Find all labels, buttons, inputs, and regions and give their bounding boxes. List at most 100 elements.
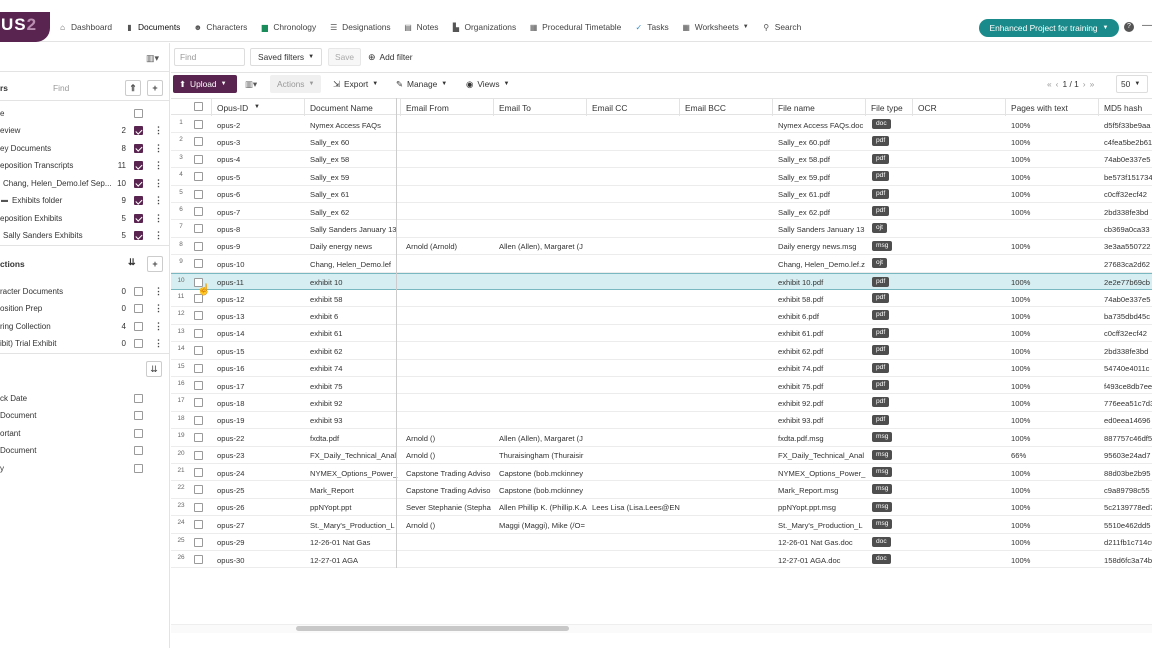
column-header[interactable]: OCR <box>918 103 937 113</box>
more-options-icon[interactable]: ⋮ <box>154 125 163 136</box>
column-header[interactable]: File type <box>871 103 903 113</box>
table-row[interactable]: 21 opus-24 NYMEX_Options_Power_ Capstone Tr… <box>171 464 1152 482</box>
first-page-icon[interactable]: « <box>1047 79 1052 89</box>
nav-procedural-timetable[interactable]: ▦ Procedural Timetable <box>529 20 621 34</box>
export-dropdown[interactable]: ⇲ Export ▼ <box>333 75 378 93</box>
table-row[interactable]: 14 opus-15 exhibit 62 exhibit 62.pdf 100% 2bd… <box>171 342 1152 360</box>
row-checkbox[interactable] <box>194 224 203 234</box>
row-checkbox[interactable] <box>194 415 203 425</box>
table-row[interactable]: 7 opus-8 Sally Sanders January 13 Sally San… <box>171 220 1152 238</box>
document-find-input[interactable]: Find <box>174 48 245 66</box>
collection-checkbox[interactable] <box>134 286 143 296</box>
folder-item[interactable]: Chang, Helen_Demo.lef Sep... 10 ⋮ <box>0 175 170 191</box>
more-options-icon[interactable]: ⋮ <box>154 160 163 171</box>
actions-dropdown[interactable]: Actions ▼ <box>270 75 322 93</box>
tag-checkbox[interactable] <box>134 393 143 403</box>
tag-item[interactable]: Document <box>0 443 170 459</box>
folder-checkbox[interactable] <box>134 126 143 135</box>
collapse-all-icon[interactable]: ⇑ <box>125 80 141 96</box>
prev-page-icon[interactable]: ‹ <box>1056 79 1059 89</box>
more-options-icon[interactable]: ⋮ <box>154 178 163 189</box>
row-checkbox[interactable] <box>194 363 203 373</box>
folder-find-input[interactable]: Find <box>53 83 69 93</box>
folder-item[interactable]: eview 2 ⋮ <box>0 123 170 139</box>
column-header[interactable]: Pages with text <box>1011 103 1068 113</box>
tag-checkbox[interactable] <box>134 428 143 438</box>
more-options-icon[interactable]: ⋮ <box>154 321 163 332</box>
next-page-icon[interactable]: › <box>1083 79 1086 89</box>
row-checkbox[interactable] <box>194 468 203 477</box>
nav-documents[interactable]: ▮ Documents <box>125 20 180 34</box>
column-header[interactable]: Email BCC <box>685 103 726 113</box>
row-checkbox[interactable] <box>194 172 203 182</box>
row-checkbox[interactable] <box>194 520 203 530</box>
more-options-icon[interactable]: ⋮ <box>154 338 163 349</box>
table-row[interactable]: 6 opus-7 Sally_ex 62 Sally_ex 62.pdf 100% 2bd… <box>171 203 1152 221</box>
column-header[interactable]: Document Name <box>310 103 373 113</box>
last-page-icon[interactable]: » <box>1090 79 1095 89</box>
row-checkbox[interactable] <box>194 137 203 147</box>
folder-checkbox[interactable] <box>134 196 143 205</box>
tag-item[interactable]: ck Date <box>0 390 170 406</box>
tag-item[interactable]: y <box>0 460 170 476</box>
column-header[interactable]: Email From <box>406 103 449 113</box>
collection-item[interactable]: osition Prep 0 ⋮ <box>0 301 170 317</box>
row-checkbox[interactable] <box>194 154 203 164</box>
folder-checkbox[interactable] <box>134 231 143 240</box>
table-row[interactable]: 2 opus-3 Sally_ex 60 Sally_ex 60.pdf 100% c4f… <box>171 133 1152 151</box>
table-row[interactable]: 10 opus-11 exhibit 10 exhibit 10.pdf 100% 2e2… <box>171 272 1152 290</box>
table-row[interactable]: 9 opus-10 Chang, Helen_Demo.lef Chang, Hele… <box>171 255 1152 273</box>
folder-item[interactable]: eposition Exhibits 5 ⋮ <box>0 210 170 226</box>
more-options-icon[interactable]: ⋮ <box>154 195 163 206</box>
collection-item[interactable]: racter Documents 0 ⋮ <box>0 283 170 299</box>
folder-item[interactable]: e <box>0 105 170 121</box>
column-header[interactable]: MD5 hash <box>1104 103 1142 113</box>
row-checkbox[interactable] <box>194 241 203 251</box>
row-checkbox[interactable] <box>194 328 203 338</box>
row-checkbox[interactable] <box>194 259 203 269</box>
folder-checkbox[interactable] <box>134 161 143 170</box>
tag-checkbox[interactable] <box>134 446 143 455</box>
project-selector[interactable]: Enhanced Project for training ▼ <box>979 19 1119 37</box>
collapse-icon[interactable]: — <box>1142 20 1152 31</box>
nav-organizations[interactable]: ▙ Organizations <box>451 20 516 34</box>
tag-item[interactable]: ortant <box>0 425 170 441</box>
table-row[interactable]: 12 opus-13 exhibit 6 exhibit 6.pdf 100% ba735… <box>171 307 1152 325</box>
tag-item[interactable]: Document <box>0 408 170 424</box>
table-row[interactable]: 24 opus-27 St._Mary's_Production_L Arnold (… <box>171 516 1152 534</box>
page-size-select[interactable]: 50 ▼ <box>1116 75 1148 93</box>
row-checkbox[interactable] <box>194 120 203 129</box>
table-row[interactable]: 17 opus-18 exhibit 92 exhibit 92.pdf 100% 776… <box>171 394 1152 412</box>
more-options-icon[interactable]: ⋮ <box>154 286 163 297</box>
folder-item[interactable]: ▬ Exhibits folder 9 ⋮ <box>0 193 170 209</box>
nav-notes[interactable]: ▤ Notes <box>404 20 438 34</box>
nav-dashboard[interactable]: ⌂ Dashboard <box>58 20 112 34</box>
column-header[interactable]: Opus-ID <box>217 103 248 113</box>
collection-checkbox[interactable] <box>134 339 143 348</box>
table-row[interactable]: 26 opus-30 12-27-01 AGA 12-27-01 AGA.doc 100… <box>171 551 1152 569</box>
table-row[interactable]: 19 opus-22 fxdta.pdf Arnold () Allen (Allen)… <box>171 429 1152 447</box>
folder-item[interactable]: Sally Sanders Exhibits 5 ⋮ <box>0 228 170 244</box>
table-row[interactable]: 18 opus-19 exhibit 93 exhibit 93.pdf 100% ed0… <box>171 412 1152 430</box>
sidebar-view-toggle[interactable]: ▥▾ <box>146 53 159 64</box>
folder-item[interactable]: ey Documents 8 ⋮ <box>0 140 170 156</box>
nav-tasks[interactable]: ✓ Tasks <box>634 20 668 34</box>
manage-dropdown[interactable]: ✎ Manage ▼ <box>396 75 447 93</box>
collection-checkbox[interactable] <box>134 321 143 331</box>
table-row[interactable]: 23 opus-26 ppNYopt.ppt Sever Stephanie (Ste… <box>171 499 1152 517</box>
row-checkbox[interactable] <box>194 381 203 390</box>
table-row[interactable]: 22 opus-25 Mark_Report Capstone Trading Adv… <box>171 481 1152 499</box>
table-row[interactable]: 4 opus-5 Sally_ex 59 Sally_ex 59.pdf 100% be5… <box>171 168 1152 186</box>
select-all-checkbox[interactable] <box>194 102 203 111</box>
views-dropdown[interactable]: ◉ Views ▼ <box>466 75 509 93</box>
collection-item[interactable]: ring Collection 4 ⋮ <box>0 318 170 334</box>
more-options-icon[interactable]: ⋮ <box>154 230 163 241</box>
folder-checkbox[interactable] <box>134 143 143 153</box>
table-row[interactable]: 3 opus-4 Sally_ex 58 Sally_ex 58.pdf 100% 74a… <box>171 151 1152 169</box>
table-row[interactable]: 16 opus-17 exhibit 75 exhibit 75.pdf 100% f49… <box>171 377 1152 395</box>
table-row[interactable]: 11 opus-12 exhibit 58 exhibit 58.pdf 100% 74a… <box>171 290 1152 308</box>
table-row[interactable]: 13 opus-14 exhibit 61 exhibit 61.pdf 100% c0c… <box>171 325 1152 343</box>
table-row[interactable]: 1 opus-2 Nymex Access FAQs Nymex Access FAQ… <box>171 116 1152 134</box>
row-checkbox[interactable] <box>194 189 203 199</box>
table-row[interactable]: 8 opus-9 Daily energy news Arnold (Arnold) A… <box>171 238 1152 256</box>
